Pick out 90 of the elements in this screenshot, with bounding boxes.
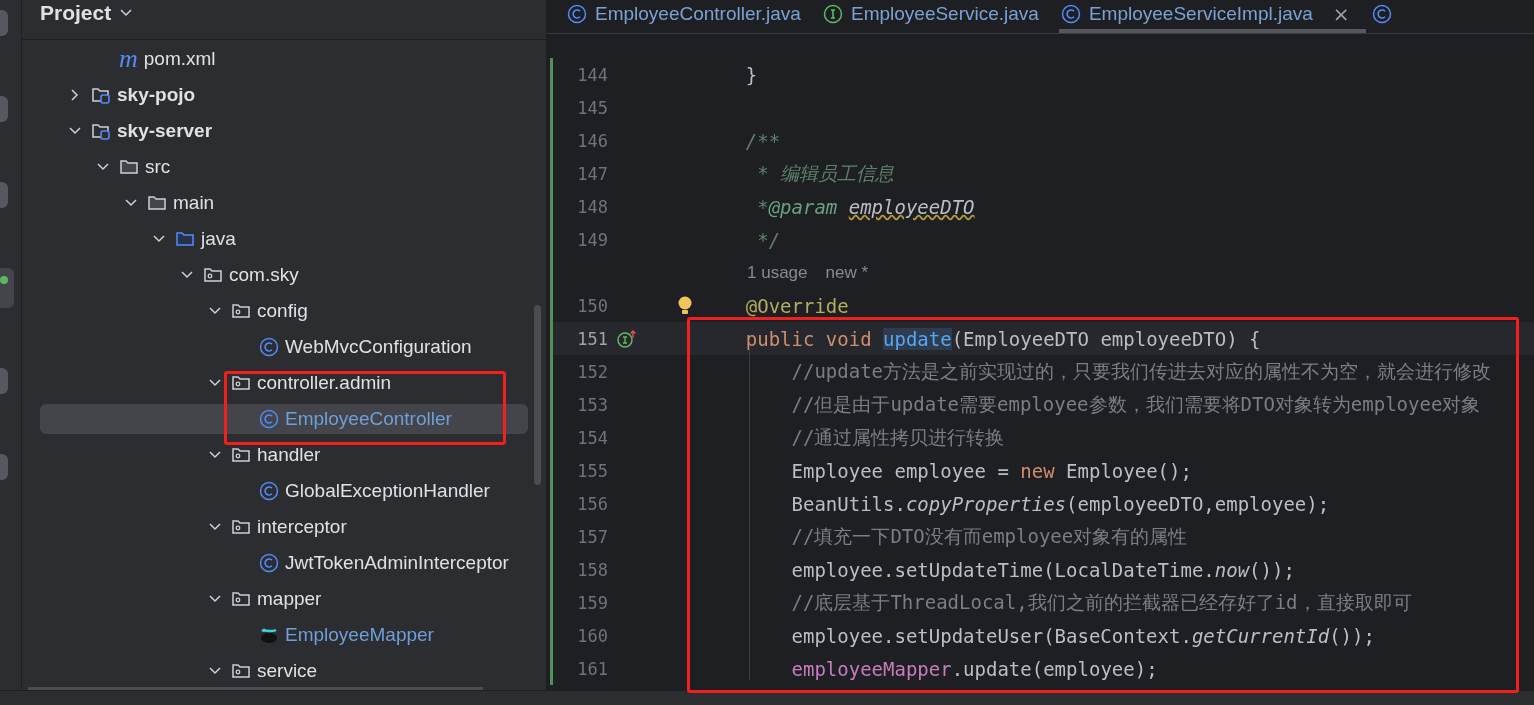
tree-item[interactable]: GlobalExceptionHandler bbox=[40, 476, 528, 506]
folder-icon bbox=[119, 157, 139, 177]
code-line: //填充一下DTO没有而employee对象有的属性 bbox=[790, 523, 1188, 549]
line-number: 152 bbox=[576, 361, 608, 382]
tool-icon[interactable] bbox=[0, 368, 8, 394]
code-line: //通过属性拷贝进行转换 bbox=[790, 424, 1005, 450]
class-icon bbox=[259, 553, 279, 573]
implements-icon bbox=[616, 328, 638, 349]
code-line: } bbox=[744, 63, 758, 86]
code-line: public void update(EmployeeDTO employeeDTO) { bbox=[744, 327, 1261, 350]
interface-icon bbox=[822, 4, 843, 24]
line-number: 157 bbox=[576, 526, 608, 547]
package-folder-icon bbox=[231, 301, 251, 321]
scrollbar[interactable] bbox=[28, 687, 483, 690]
code-line: employee.setUpdateTime(LocalDateTime.now()); bbox=[790, 558, 1295, 581]
class-icon bbox=[259, 409, 279, 429]
tree-item[interactable]: sky-server bbox=[40, 116, 528, 146]
code-line: *@param employeeDTO bbox=[756, 195, 975, 218]
code-line: //但是由于update需要employee参数，我们需要将DTO对象转为employee对象 bbox=[790, 391, 1481, 417]
line-number: 146 bbox=[576, 130, 608, 151]
tree-item[interactable]: src bbox=[40, 152, 528, 182]
line-number: 155 bbox=[576, 460, 608, 481]
tree-item[interactable]: handler bbox=[40, 440, 528, 470]
class-icon bbox=[259, 337, 279, 357]
code-line: //底层基于ThreadLocal,我们之前的拦截器已经存好了id，直接取即可 bbox=[790, 589, 1412, 615]
module-folder-icon bbox=[91, 85, 111, 105]
package-folder-icon bbox=[203, 265, 223, 285]
line-number: 153 bbox=[576, 394, 608, 415]
tree-item[interactable]: mapper bbox=[40, 584, 528, 614]
package-folder-icon bbox=[231, 589, 251, 609]
class-icon bbox=[259, 481, 279, 501]
package-folder-icon bbox=[231, 661, 251, 681]
tool-icon[interactable] bbox=[0, 182, 8, 208]
tree-item[interactable]: service bbox=[40, 656, 528, 686]
tree-item[interactable]: m pom.xml bbox=[40, 44, 528, 74]
line-number: 159 bbox=[576, 592, 608, 613]
folder-icon bbox=[147, 193, 167, 213]
code-line: employee.setUpdateUser(BaseContext.getCurrentId()); bbox=[790, 624, 1375, 647]
tree-item[interactable]: com.sky bbox=[40, 260, 528, 290]
line-number: 151 bbox=[576, 328, 608, 349]
class-icon bbox=[567, 4, 587, 24]
line-number: 149 bbox=[576, 229, 608, 250]
close-button[interactable]: × bbox=[1332, 2, 1350, 26]
line-number: 160 bbox=[576, 625, 608, 646]
module-folder-icon bbox=[91, 121, 111, 141]
code-line: Employee employee = new Employee(); bbox=[790, 459, 1192, 482]
line-number: 147 bbox=[576, 163, 608, 184]
tree-item[interactable]: java bbox=[40, 224, 528, 254]
code-line: employeeMapper.update(employee); bbox=[790, 657, 1158, 680]
inlay-hint[interactable]: 1 usage bbox=[747, 262, 808, 283]
code-line: //update方法是之前实现过的，只要我们传进去对应的属性不为空，就会进行修改 bbox=[790, 358, 1492, 384]
line-number: 150 bbox=[576, 295, 608, 316]
editor-tab[interactable]: EmployeeService.java bbox=[820, 3, 1055, 33]
editor-tab[interactable]: EmployeeController.java bbox=[565, 3, 817, 33]
lightbulb-icon bbox=[678, 295, 692, 316]
tree-item[interactable]: WebMvcConfiguration bbox=[40, 332, 528, 362]
tree-item[interactable]: main bbox=[40, 188, 528, 218]
tool-icon[interactable] bbox=[0, 96, 8, 122]
inlay-hint[interactable]: new * bbox=[825, 262, 869, 283]
tree-item[interactable]: EmployeeMapper bbox=[40, 620, 528, 650]
code-line: */ bbox=[756, 228, 781, 251]
code-line: @Override bbox=[744, 294, 849, 317]
line-number: 145 bbox=[576, 97, 608, 118]
line-number: 144 bbox=[576, 64, 608, 85]
maven-icon: m bbox=[119, 49, 138, 69]
line-number: 161 bbox=[576, 658, 608, 679]
code-line: /** bbox=[744, 129, 781, 152]
scrollbar[interactable] bbox=[534, 305, 541, 485]
line-number: 154 bbox=[576, 427, 608, 448]
tool-icon[interactable] bbox=[0, 454, 8, 480]
code-line: * 编辑员工信息 bbox=[756, 160, 895, 186]
line-number: 156 bbox=[576, 493, 608, 514]
class-icon bbox=[1371, 4, 1392, 24]
package-folder-icon bbox=[231, 517, 251, 537]
project-view-dropdown[interactable]: Project bbox=[40, 0, 134, 25]
tree-item[interactable]: config bbox=[40, 296, 528, 326]
tool-icon[interactable] bbox=[0, 10, 8, 36]
package-folder-icon bbox=[231, 445, 251, 465]
code-line: BeanUtils.copyProperties(employeeDTO,employee); bbox=[790, 492, 1330, 515]
package-folder-icon bbox=[231, 373, 251, 393]
tool-button[interactable] bbox=[0, 268, 14, 308]
line-number: 158 bbox=[576, 559, 608, 580]
tree-item[interactable]: controller.admin bbox=[40, 368, 528, 398]
tree-item[interactable]: sky-pojo bbox=[40, 80, 528, 110]
tree-item[interactable]: interceptor bbox=[40, 512, 528, 542]
editor-tab[interactable]: EmployeeServiceImpl.java × bbox=[1058, 3, 1366, 33]
line-number: 148 bbox=[576, 196, 608, 217]
folder-icon bbox=[175, 229, 195, 249]
class-icon bbox=[1060, 4, 1081, 24]
tree-item[interactable]: JwtTokenAdminInterceptor bbox=[40, 548, 528, 578]
